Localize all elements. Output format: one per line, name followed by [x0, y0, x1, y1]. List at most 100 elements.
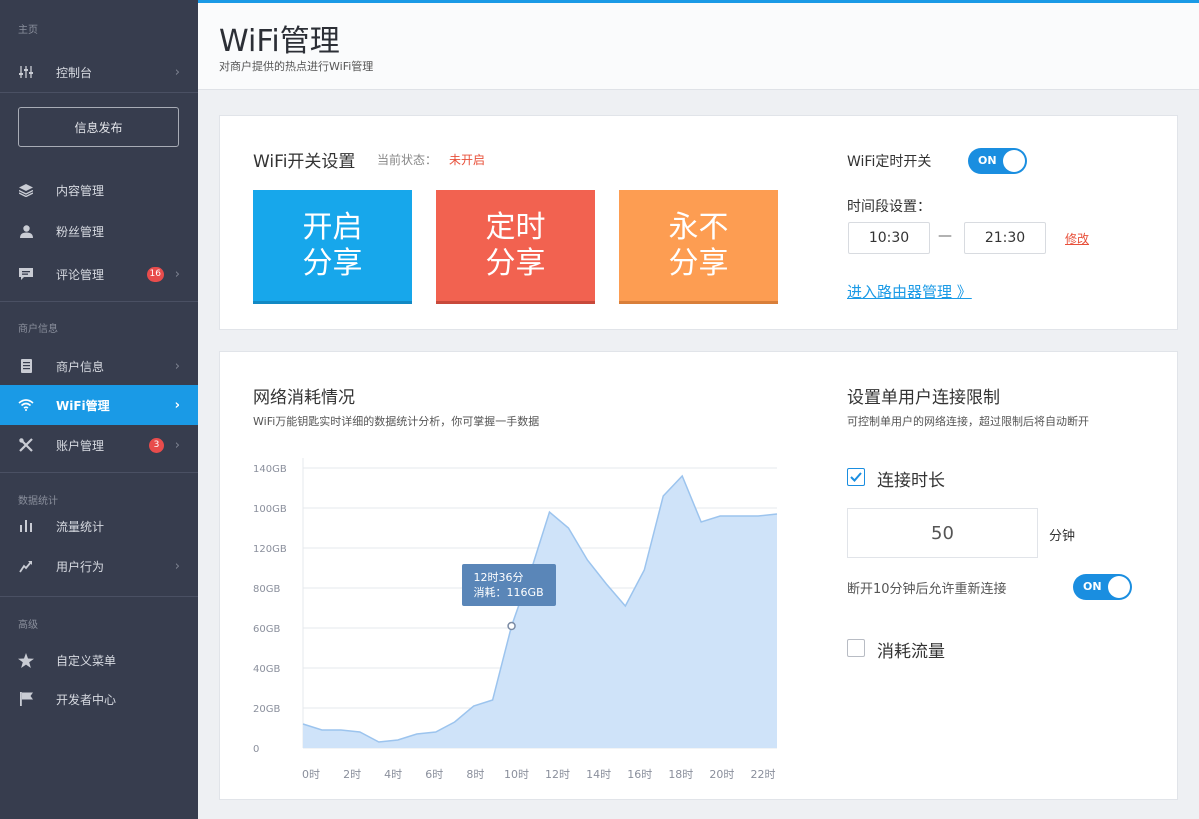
button-line: 定时 — [485, 209, 546, 245]
x-tick-label: 0时 — [302, 768, 320, 781]
toggle-label: ON — [1083, 580, 1102, 593]
divider — [0, 92, 198, 93]
sidebar-item-dev-center[interactable]: 开发者中心 — [0, 679, 198, 719]
x-tick-label: 6时 — [425, 768, 443, 781]
network-usage-card: 网络消耗情况 WiFi万能钥匙实时详细的数据统计分析，你可掌握一手数据 140G… — [219, 351, 1178, 800]
reconnect-label: 断开10分钟后允许重新连接 — [847, 582, 1007, 597]
chevron-right-icon: › — [174, 266, 180, 282]
time-separator: — — [938, 228, 952, 244]
page-title: WiFi管理 — [219, 24, 340, 59]
y-tick-label: 20GB — [253, 704, 280, 715]
sidebar-item-label: 用户行为 — [56, 559, 105, 574]
section-label-advanced: 高级 — [18, 620, 38, 631]
wifi-icon — [17, 399, 35, 411]
page-header: WiFi管理 对商户提供的热点进行WiFi管理 — [198, 3, 1199, 90]
sidebar-item-wifi[interactable]: WiFi管理 › — [0, 385, 198, 425]
usage-chart: 140GB 100GB 120GB 80GB 60GB 40GB 20GB 0 0时 2时 4时 6时… — [245, 444, 800, 789]
flag-icon — [17, 692, 35, 706]
toggle-label: ON — [978, 154, 997, 167]
x-tick-label: 22时 — [751, 768, 776, 781]
x-tick-label: 18时 — [668, 768, 693, 781]
chevron-right-icon: › — [174, 397, 180, 413]
sidebar-item-label: 开发者中心 — [56, 692, 117, 707]
chevron-right-icon: › — [174, 64, 180, 80]
sidebar-item-dashboard[interactable]: 控制台 › — [0, 52, 198, 92]
chevron-right-icon: › — [174, 437, 180, 453]
sidebar-item-label: 评论管理 — [56, 267, 105, 282]
chevron-right-icon: › — [174, 358, 180, 374]
x-tick-label: 10时 — [504, 768, 529, 781]
button-line: 开启 — [302, 209, 363, 245]
tooltip-time: 12时36分 — [473, 571, 524, 584]
never-share-button[interactable]: 永不 分享 — [619, 190, 778, 304]
section-label-stats: 数据统计 — [18, 496, 58, 507]
section-label-main: 主页 — [18, 25, 38, 36]
sidebar-item-content[interactable]: 内容管理 — [0, 170, 198, 210]
button-line: 分享 — [668, 245, 729, 281]
sidebar: 主页 控制台 › 信息发布 内容管理 粉丝管理 评论管理 16 › 商户信息 商… — [0, 0, 198, 819]
sidebar-item-behavior[interactable]: 用户行为 › — [0, 546, 198, 586]
section-label-merchant: 商户信息 — [18, 324, 58, 335]
y-tick-label: 100GB — [253, 504, 287, 515]
reconnect-toggle[interactable]: ON — [1073, 574, 1132, 600]
chart-tooltip: 12时36分 消耗：116GB — [461, 564, 556, 606]
toggle-knob — [1003, 150, 1025, 172]
star-icon — [17, 652, 35, 668]
publish-button[interactable]: 信息发布 — [18, 107, 179, 147]
open-share-button[interactable]: 开启 分享 — [253, 190, 412, 304]
chevron-right-icon: › — [174, 558, 180, 574]
end-time-input[interactable]: 21:30 — [964, 222, 1046, 254]
sidebar-item-comments[interactable]: 评论管理 16 › — [0, 254, 198, 294]
limit-subtitle: 可控制单用户的网络连接，超过限制后将自动断开 — [847, 415, 1089, 428]
usage-chart-svg: 140GB 100GB 120GB 80GB 60GB 40GB 20GB 0 0时 2时 4时 6时… — [253, 458, 778, 781]
sliders-icon — [17, 66, 35, 78]
period-label: 时间段设置： — [847, 199, 931, 215]
divider — [0, 596, 198, 597]
y-tick-label: 60GB — [253, 624, 280, 635]
tooltip-value: 消耗：116GB — [473, 586, 544, 599]
x-tick-label: 8时 — [466, 768, 484, 781]
toggle-knob — [1108, 576, 1130, 598]
traffic-checkbox[interactable] — [847, 639, 865, 657]
sidebar-item-label: 自定义菜单 — [56, 653, 117, 668]
x-tick-label: 2时 — [343, 768, 361, 781]
page-subtitle: 对商户提供的热点进行WiFi管理 — [219, 60, 374, 73]
duration-label: 连接时长 — [877, 471, 945, 491]
notification-badge: 3 — [149, 437, 164, 453]
chart-title: 网络消耗情况 — [253, 388, 355, 408]
edit-time-link[interactable]: 修改 — [1065, 230, 1089, 247]
y-tick-label: 120GB — [253, 544, 287, 555]
sidebar-item-fans[interactable]: 粉丝管理 — [0, 211, 198, 251]
sidebar-item-label: WiFi管理 — [56, 398, 110, 413]
duration-checkbox[interactable] — [847, 468, 865, 486]
sidebar-item-account[interactable]: 账户管理 3 › — [0, 425, 198, 465]
tools-icon — [17, 438, 35, 452]
card-title: WiFi开关设置 — [253, 152, 356, 172]
sidebar-item-custom-menu[interactable]: 自定义菜单 — [0, 640, 198, 680]
timer-toggle[interactable]: ON — [968, 148, 1027, 174]
button-line: 永不 — [668, 209, 729, 245]
layers-icon — [17, 183, 35, 197]
traffic-label: 消耗流量 — [877, 642, 945, 662]
wifi-switch-card: WiFi开关设置 当前状态： 未开启 开启 分享 定时 分享 永不 分享 WiF… — [219, 115, 1178, 330]
minutes-input[interactable]: 50 — [847, 508, 1038, 558]
sidebar-item-traffic[interactable]: 流量统计 — [0, 506, 198, 546]
start-time-input[interactable]: 10:30 — [848, 222, 930, 254]
user-icon — [17, 224, 35, 238]
sidebar-item-merchant-info[interactable]: 商户信息 › — [0, 346, 198, 386]
chart-subtitle: WiFi万能钥匙实时详细的数据统计分析，你可掌握一手数据 — [253, 415, 540, 428]
divider — [0, 301, 198, 302]
x-tick-label: 14时 — [586, 768, 611, 781]
router-management-link[interactable]: 进入路由器管理 》 — [847, 281, 972, 302]
x-tick-label: 20时 — [709, 768, 734, 781]
sidebar-item-label: 流量统计 — [56, 519, 105, 534]
minutes-unit: 分钟 — [1049, 529, 1076, 544]
y-tick-label: 140GB — [253, 464, 287, 475]
timer-switch-label: WiFi定时开关 — [847, 154, 932, 170]
x-tick-label: 16时 — [627, 768, 652, 781]
sidebar-item-label: 粉丝管理 — [56, 224, 105, 239]
timed-share-button[interactable]: 定时 分享 — [436, 190, 595, 304]
bar-chart-icon — [17, 520, 35, 532]
series-area — [303, 476, 777, 748]
sidebar-item-label: 商户信息 — [56, 359, 105, 374]
